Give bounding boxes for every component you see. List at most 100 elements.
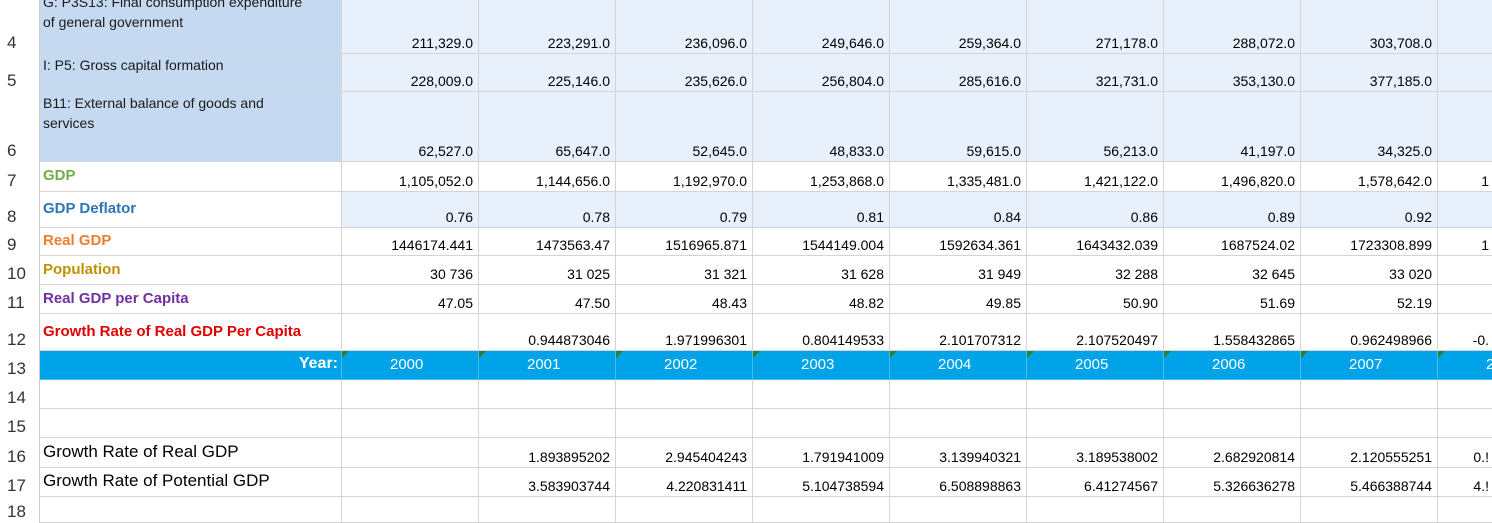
data-cell[interactable]: 2.120555251 bbox=[1301, 438, 1438, 468]
empty-cell[interactable] bbox=[890, 380, 1027, 409]
data-cell[interactable]: 31 321 bbox=[616, 256, 753, 285]
data-cell[interactable]: 0.92 bbox=[1301, 192, 1438, 228]
row-header-12[interactable]: 12 bbox=[0, 314, 40, 351]
row-label-real-gdp-per-capita[interactable]: Real GDP per Capita bbox=[40, 285, 342, 314]
data-cell[interactable]: 1.971996301 bbox=[616, 314, 753, 351]
data-cell-partial[interactable] bbox=[1438, 54, 1492, 92]
data-cell[interactable]: 6.41274567 bbox=[1027, 468, 1164, 497]
row-header-16[interactable]: 16 bbox=[0, 438, 40, 468]
data-cell[interactable]: 2.101707312 bbox=[890, 314, 1027, 351]
data-cell[interactable]: 1,253,868.0 bbox=[753, 162, 890, 192]
data-cell[interactable]: 0.962498966 bbox=[1301, 314, 1438, 351]
row-header-13[interactable]: 13 bbox=[0, 351, 40, 380]
data-cell[interactable]: 1.893895202 bbox=[479, 438, 616, 468]
data-cell[interactable]: 5.104738594 bbox=[753, 468, 890, 497]
row-label-growth-rate-real-gdp-per-capita[interactable]: Growth Rate of Real GDP Per Capita bbox=[40, 314, 342, 351]
data-cell[interactable]: 31 025 bbox=[479, 256, 616, 285]
data-cell[interactable]: 48.82 bbox=[753, 285, 890, 314]
data-cell[interactable]: 377,185.0 bbox=[1301, 54, 1438, 92]
data-cell[interactable]: 6.508898863 bbox=[890, 468, 1027, 497]
data-cell[interactable]: 1,335,481.0 bbox=[890, 162, 1027, 192]
empty-cell[interactable] bbox=[1164, 380, 1301, 409]
data-cell[interactable]: 56,213.0 bbox=[1027, 92, 1164, 162]
data-cell[interactable]: 225,146.0 bbox=[479, 54, 616, 92]
data-cell[interactable]: 288,072.0 bbox=[1164, 0, 1301, 54]
data-cell[interactable]: 0.81 bbox=[753, 192, 890, 228]
empty-cell[interactable] bbox=[616, 380, 753, 409]
empty-cell[interactable] bbox=[1301, 497, 1438, 523]
row-label-gdp[interactable]: GDP bbox=[40, 162, 342, 192]
data-cell[interactable]: 3.583903744 bbox=[479, 468, 616, 497]
year-cell[interactable]: 2002 bbox=[616, 351, 753, 380]
data-cell[interactable]: 32 288 bbox=[1027, 256, 1164, 285]
data-cell-partial[interactable] bbox=[1438, 256, 1492, 285]
row-header-5[interactable]: 5 bbox=[0, 54, 40, 92]
data-cell[interactable]: 31 949 bbox=[890, 256, 1027, 285]
row-header-10[interactable]: 10 bbox=[0, 256, 40, 285]
data-cell[interactable]: 49.85 bbox=[890, 285, 1027, 314]
row-label-cell[interactable]: I: P5: Gross capital formation bbox=[40, 54, 342, 92]
empty-cell[interactable] bbox=[1301, 380, 1438, 409]
data-cell[interactable]: 249,646.0 bbox=[753, 0, 890, 54]
data-cell[interactable]: 0.804149533 bbox=[753, 314, 890, 351]
data-cell[interactable]: 52.19 bbox=[1301, 285, 1438, 314]
data-cell[interactable]: 0.86 bbox=[1027, 192, 1164, 228]
data-cell[interactable]: 41,197.0 bbox=[1164, 92, 1301, 162]
data-cell[interactable]: 211,329.0 bbox=[342, 0, 479, 54]
year-cell[interactable]: 2005 bbox=[1027, 351, 1164, 380]
data-cell-partial[interactable]: 1 bbox=[1438, 162, 1492, 192]
year-cell[interactable]: 2007 bbox=[1301, 351, 1438, 380]
row-header-6[interactable]: 6 bbox=[0, 92, 40, 162]
data-cell[interactable]: 65,647.0 bbox=[479, 92, 616, 162]
data-cell[interactable]: 1.558432865 bbox=[1164, 314, 1301, 351]
year-cell[interactable]: 2003 bbox=[753, 351, 890, 380]
data-cell[interactable]: 3.139940321 bbox=[890, 438, 1027, 468]
data-cell[interactable]: 3.189538002 bbox=[1027, 438, 1164, 468]
empty-cell[interactable] bbox=[1027, 497, 1164, 523]
empty-cell[interactable] bbox=[342, 497, 479, 523]
empty-cell[interactable] bbox=[1027, 380, 1164, 409]
empty-cell[interactable] bbox=[1027, 409, 1164, 438]
data-cell[interactable]: 31 628 bbox=[753, 256, 890, 285]
empty-cell[interactable] bbox=[40, 380, 342, 409]
empty-cell[interactable] bbox=[616, 409, 753, 438]
data-cell[interactable]: 1516965.871 bbox=[616, 228, 753, 256]
empty-cell[interactable] bbox=[1164, 497, 1301, 523]
data-cell[interactable]: 303,708.0 bbox=[1301, 0, 1438, 54]
empty-cell[interactable] bbox=[40, 409, 342, 438]
row-label-population[interactable]: Population bbox=[40, 256, 342, 285]
data-cell[interactable] bbox=[342, 468, 479, 497]
data-cell[interactable]: 1687524.02 bbox=[1164, 228, 1301, 256]
data-cell[interactable]: 1473563.47 bbox=[479, 228, 616, 256]
data-cell[interactable]: 285,616.0 bbox=[890, 54, 1027, 92]
empty-cell[interactable] bbox=[890, 497, 1027, 523]
data-cell[interactable]: 30 736 bbox=[342, 256, 479, 285]
data-cell[interactable]: 2.682920814 bbox=[1164, 438, 1301, 468]
data-cell[interactable]: 0.944873046 bbox=[479, 314, 616, 351]
data-cell[interactable]: 1,144,656.0 bbox=[479, 162, 616, 192]
data-cell[interactable]: 0.78 bbox=[479, 192, 616, 228]
row-label-cell[interactable]: B11: External balance of goods and servi… bbox=[40, 92, 342, 162]
data-cell[interactable]: 1643432.039 bbox=[1027, 228, 1164, 256]
data-cell[interactable]: 47.05 bbox=[342, 285, 479, 314]
data-cell[interactable]: 1592634.361 bbox=[890, 228, 1027, 256]
data-cell[interactable]: 1,105,052.0 bbox=[342, 162, 479, 192]
data-cell-partial[interactable]: -0. bbox=[1438, 314, 1492, 351]
data-cell[interactable]: 2.107520497 bbox=[1027, 314, 1164, 351]
data-cell[interactable]: 256,804.0 bbox=[753, 54, 890, 92]
row-label-gdp-deflator[interactable]: GDP Deflator bbox=[40, 192, 342, 228]
data-cell[interactable]: 1723308.899 bbox=[1301, 228, 1438, 256]
data-cell[interactable]: 1,496,820.0 bbox=[1164, 162, 1301, 192]
data-cell[interactable]: 33 020 bbox=[1301, 256, 1438, 285]
data-cell[interactable]: 1,578,642.0 bbox=[1301, 162, 1438, 192]
data-cell[interactable]: 1,421,122.0 bbox=[1027, 162, 1164, 192]
data-cell[interactable]: 0.79 bbox=[616, 192, 753, 228]
data-cell[interactable]: 236,096.0 bbox=[616, 0, 753, 54]
data-cell[interactable]: 1,192,970.0 bbox=[616, 162, 753, 192]
data-cell[interactable]: 5.466388744 bbox=[1301, 468, 1438, 497]
data-cell-partial[interactable] bbox=[1438, 92, 1492, 162]
row-header-18[interactable]: 18 bbox=[0, 497, 40, 523]
empty-cell[interactable] bbox=[342, 380, 479, 409]
empty-cell[interactable] bbox=[753, 497, 890, 523]
empty-cell[interactable] bbox=[890, 409, 1027, 438]
